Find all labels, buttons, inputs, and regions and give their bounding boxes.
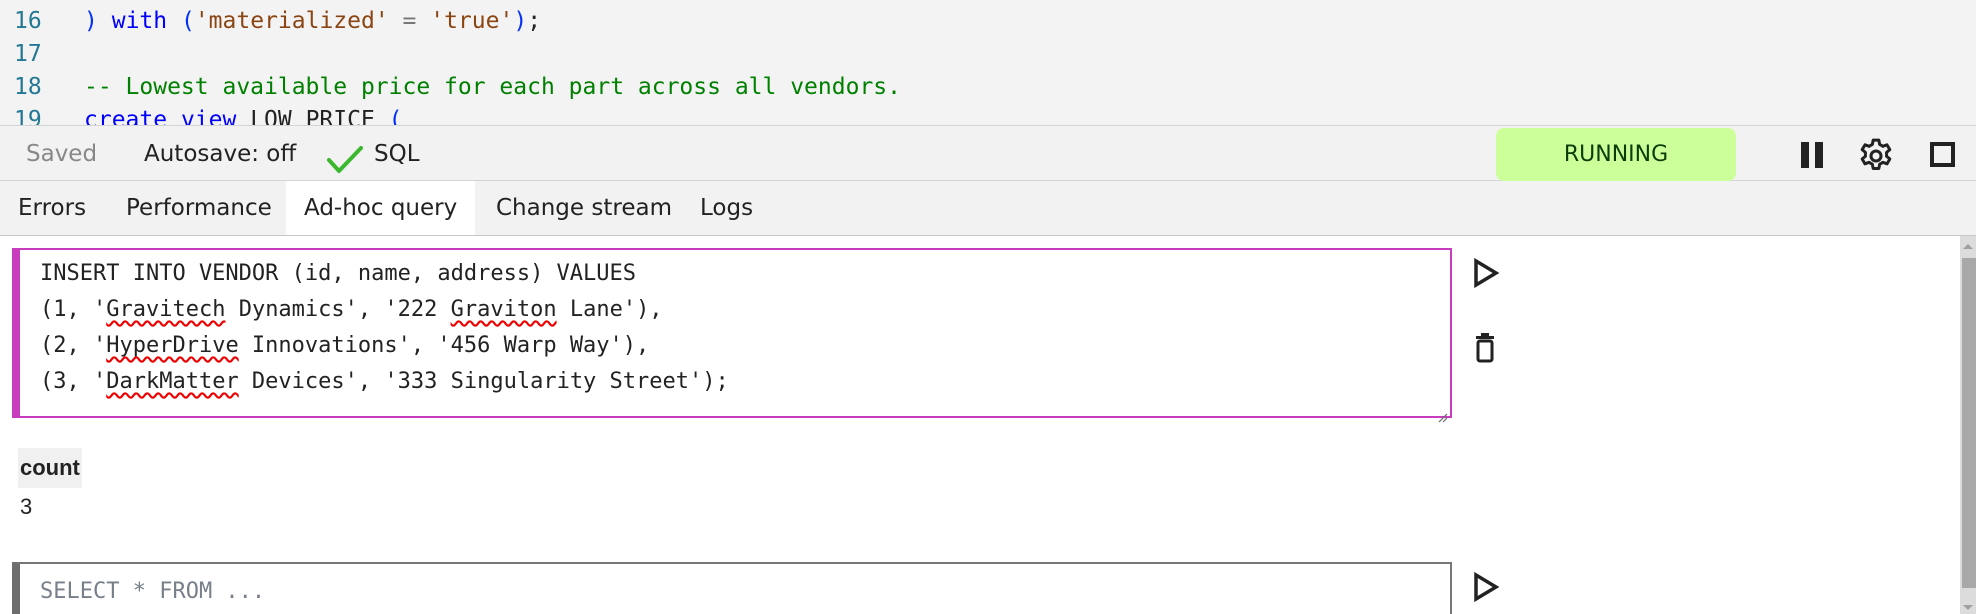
result-column-header: count	[18, 448, 82, 488]
status-badge: RUNNING	[1496, 128, 1736, 181]
autosave-toggle[interactable]: Autosave: off	[144, 126, 296, 182]
check-icon	[326, 140, 364, 173]
run-query-icon[interactable]	[1470, 257, 1500, 289]
line-code: create view LOW_PRICE (	[84, 107, 403, 125]
scroll-up-icon[interactable]	[1963, 244, 1973, 249]
gear-icon[interactable]	[1856, 136, 1892, 172]
saved-status: Saved	[26, 141, 98, 167]
status-toolbar: Saved Autosave: off SQL RUNNING	[0, 125, 1976, 181]
scroll-down-icon[interactable]	[1963, 605, 1973, 610]
tab-change-stream[interactable]: Change stream	[478, 181, 690, 235]
panel-tabs: Errors Performance Ad-hoc query Change s…	[0, 181, 1976, 236]
query-line: INSERT INTO VENDOR (id, name, address) V…	[40, 261, 637, 286]
ad-hoc-query-panel: INSERT INTO VENDOR (id, name, address) V…	[0, 236, 1960, 614]
run-query-icon[interactable]	[1470, 571, 1500, 603]
stop-icon[interactable]	[1924, 136, 1960, 172]
tab-logs[interactable]: Logs	[682, 181, 771, 235]
code-editor[interactable]: 16 ) with ('materialized' = 'true'); 17 18 -…	[0, 0, 1976, 125]
pause-icon[interactable]	[1794, 136, 1830, 172]
language-label: SQL	[374, 141, 420, 167]
delete-query-icon[interactable]	[1470, 332, 1500, 363]
line-number: 19	[14, 107, 42, 125]
result-cell: 3	[20, 494, 33, 519]
query-input-2[interactable]: SELECT * FROM ...	[12, 562, 1452, 614]
query-placeholder: SELECT * FROM ...	[40, 579, 266, 604]
query-line: (3, 'DarkMatter Devices', '333 Singulari…	[40, 369, 729, 394]
query-input-1[interactable]: INSERT INTO VENDOR (id, name, address) V…	[12, 248, 1452, 423]
query-line: (1, 'Gravitech Dynamics', '222 Graviton …	[40, 297, 663, 322]
line-code: -- Lowest available price for each part …	[84, 74, 901, 100]
tab-performance[interactable]: Performance	[108, 181, 290, 235]
line-number: 18	[14, 74, 42, 100]
line-number: 16	[14, 8, 42, 34]
vertical-scrollbar[interactable]	[1960, 236, 1976, 614]
line-number: 17	[14, 41, 42, 67]
tab-ad-hoc-query[interactable]: Ad-hoc query	[286, 181, 476, 235]
line-code: ) with ('materialized' = 'true');	[84, 8, 542, 34]
query-line: (2, 'HyperDrive Innovations', '456 Warp …	[40, 333, 650, 358]
resize-handle-icon[interactable]	[1438, 404, 1448, 423]
scrollbar-thumb[interactable]	[1962, 258, 1976, 588]
tab-errors[interactable]: Errors	[0, 181, 104, 235]
